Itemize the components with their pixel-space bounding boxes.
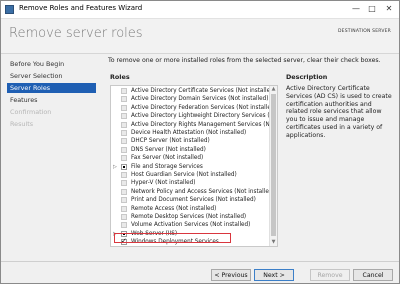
role-label: Hyper-V (Not installed) — [131, 180, 196, 187]
role-checkbox[interactable] — [121, 163, 127, 170]
nav-server-selection[interactable]: Server Selection — [7, 71, 96, 81]
role-label: Active Directory Domain Services (Not in… — [131, 96, 269, 103]
minimize-button[interactable]: — — [349, 3, 363, 15]
role-label: DHCP Server (Not installed) — [131, 138, 210, 145]
nav-features[interactable]: Features — [7, 95, 96, 105]
role-row[interactable]: Active Directory Federation Services (No… — [111, 104, 277, 112]
role-checkbox — [121, 155, 127, 162]
roles-scrollbar[interactable]: ▲ ▼ — [269, 86, 277, 246]
role-row[interactable]: Fax Server (Not installed) — [111, 154, 269, 162]
role-row[interactable]: Active Directory Certificate Services (N… — [111, 87, 276, 95]
footer-divider — [1, 261, 399, 262]
expand-arrow-icon[interactable]: ▷ — [113, 164, 118, 171]
role-row[interactable]: Active Directory Lightweight Directory S… — [111, 112, 277, 120]
nav-server-roles[interactable]: Server Roles — [7, 83, 96, 93]
scroll-thumb[interactable] — [271, 94, 276, 236]
nav-confirmation: Confirmation — [10, 108, 52, 116]
role-label: File and Storage Services — [131, 163, 203, 170]
role-label: Host Guardian Service (Not installed) — [131, 172, 237, 178]
nav-before-you-begin[interactable]: Before You Begin — [7, 59, 96, 69]
maximize-button[interactable]: □ — [365, 3, 379, 15]
role-row[interactable]: ▷ File and Storage Services — [111, 163, 269, 171]
role-checkbox — [121, 188, 127, 195]
role-label: Active Directory Federation Services (No… — [131, 104, 277, 111]
role-row[interactable]: Network Policy and Access Services (Not … — [111, 188, 275, 196]
highlight-box — [114, 233, 231, 243]
role-checkbox — [121, 121, 127, 128]
role-checkbox — [121, 104, 127, 111]
description-heading: Description — [286, 73, 328, 81]
previous-button[interactable]: < Previous — [211, 269, 251, 281]
wizard-window: Remove Roles and Features Wizard — □ ✕ R… — [0, 0, 400, 284]
role-row[interactable]: Print and Document Services (Not install… — [111, 196, 269, 204]
role-checkbox — [121, 180, 127, 187]
role-label: Active Directory Rights Management Servi… — [131, 121, 277, 128]
nav-results: Results — [10, 120, 34, 128]
role-row[interactable]: DHCP Server (Not installed) — [111, 137, 269, 145]
role-row[interactable]: Host Guardian Service (Not installed) — [111, 171, 269, 179]
role-checkbox — [121, 88, 127, 94]
close-button[interactable]: ✕ — [382, 3, 396, 15]
destination-server-label: DESTINATION SERVER — [338, 29, 391, 34]
role-checkbox — [121, 172, 127, 178]
wizard-header: Remove server roles DESTINATION SERVER — [1, 19, 399, 54]
role-checkbox — [121, 138, 127, 145]
role-checkbox — [121, 214, 127, 220]
roles-heading: Roles — [110, 73, 130, 81]
page-title: Remove server roles — [9, 26, 143, 41]
role-label: Print and Document Services (Not install… — [131, 197, 256, 204]
role-checkbox — [121, 130, 127, 136]
wizard-nav: Before You Begin Server Selection Server… — [1, 54, 100, 259]
role-row[interactable]: Active Directory Rights Management Servi… — [111, 121, 277, 129]
role-checkbox — [121, 222, 127, 229]
role-checkbox — [121, 205, 127, 212]
role-row[interactable]: Hyper-V (Not installed) — [111, 179, 269, 187]
role-row[interactable]: DNS Server (Not installed) — [111, 146, 269, 154]
role-label: Device Health Attestation (Not installed… — [131, 130, 247, 136]
role-label: Active Directory Certificate Services (N… — [131, 88, 276, 94]
scroll-down-icon[interactable]: ▼ — [270, 239, 277, 246]
role-label: Active Directory Lightweight Directory S… — [131, 113, 277, 120]
role-label: Network Policy and Access Services (Not … — [131, 188, 275, 195]
remove-button: Remove — [310, 269, 350, 281]
cancel-button[interactable]: Cancel — [353, 269, 393, 281]
role-label: Volume Activation Services (Not installe… — [131, 222, 251, 229]
scroll-up-icon[interactable]: ▲ — [270, 86, 277, 93]
role-row[interactable]: Active Directory Domain Services (Not in… — [111, 95, 269, 103]
role-row[interactable]: Volume Activation Services (Not installe… — [111, 221, 269, 229]
title-bar: Remove Roles and Features Wizard — □ ✕ — [1, 1, 399, 19]
role-label: Fax Server (Not installed) — [131, 155, 204, 162]
roles-tree[interactable]: ▷Windows Server Update ServicesWindows D… — [110, 85, 278, 247]
role-label: Remote Access (Not installed) — [131, 205, 217, 212]
next-button[interactable]: Next > — [254, 269, 294, 281]
description-text: Active Directory Certificate Services (A… — [286, 85, 392, 139]
role-label: DNS Server (Not installed) — [131, 146, 206, 153]
role-row[interactable]: Device Health Attestation (Not installed… — [111, 129, 269, 137]
role-row[interactable]: Remote Desktop Services (Not installed) — [111, 213, 269, 221]
window-title: Remove Roles and Features Wizard — [19, 4, 143, 12]
role-checkbox — [121, 113, 127, 120]
role-label: Remote Desktop Services (Not installed) — [131, 214, 247, 220]
role-checkbox — [121, 146, 127, 153]
instruction-text: To remove one or more installed roles fr… — [108, 57, 381, 64]
role-row[interactable]: Remote Access (Not installed) — [111, 205, 269, 213]
role-checkbox — [121, 96, 127, 103]
server-manager-icon — [5, 5, 14, 14]
role-checkbox — [121, 197, 127, 204]
